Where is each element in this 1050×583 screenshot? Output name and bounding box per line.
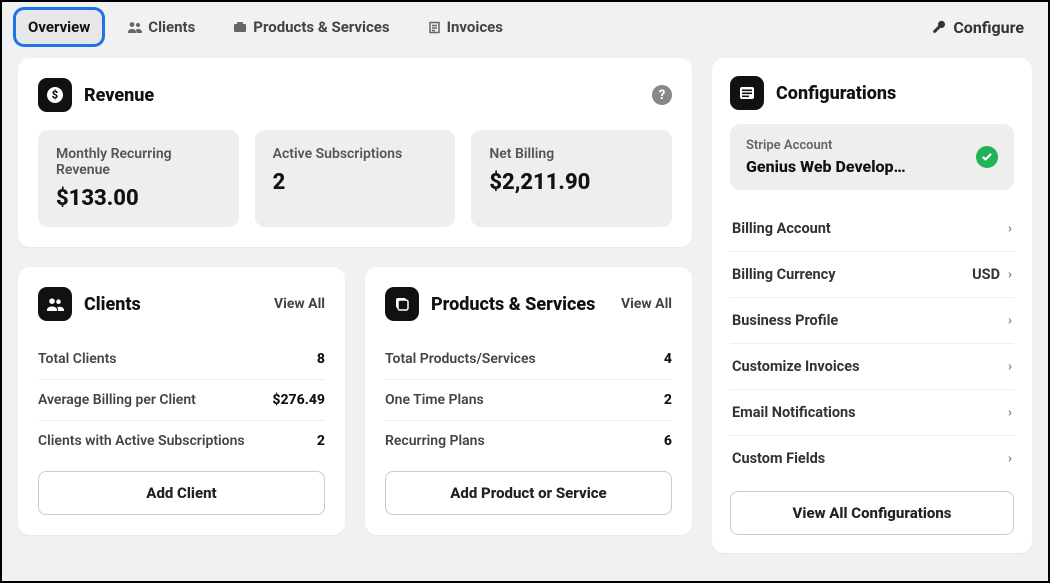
chevron-right-icon: › (1008, 267, 1012, 282)
card-title: Products & Services (431, 294, 595, 315)
people-icon (128, 21, 142, 33)
view-all-clients[interactable]: View All (274, 296, 325, 312)
tab-label: Products & Services (253, 18, 389, 36)
row-value: 2 (317, 433, 325, 449)
stat-value: $2,211.90 (489, 170, 654, 195)
briefcase-icon (233, 21, 247, 33)
cfg-custom-fields[interactable]: Custom Fields › (730, 436, 1014, 481)
invoice-icon (428, 21, 441, 34)
products-row: One Time Plans 2 (385, 380, 672, 421)
tab-clients[interactable]: Clients (116, 10, 207, 44)
stat-label: Active Subscriptions (273, 146, 438, 162)
chevron-right-icon: › (1008, 451, 1012, 466)
configurations-card: Configurations Stripe Account Genius Web… (712, 58, 1032, 553)
stat-label: Monthly Recurring Revenue (56, 146, 221, 178)
cfg-label: Custom Fields (732, 450, 825, 467)
products-row: Recurring Plans 6 (385, 421, 672, 461)
list-icon (730, 76, 764, 110)
cfg-label: Email Notifications (732, 404, 856, 421)
row-label: Clients with Active Subscriptions (38, 433, 245, 449)
products-card: Products & Services View All Total Produ… (365, 267, 692, 535)
row-label: Average Billing per Client (38, 392, 196, 408)
tab-overview[interactable]: Overview (16, 10, 102, 44)
clients-row: Clients with Active Subscriptions 2 (38, 421, 325, 461)
view-all-products[interactable]: View All (621, 296, 672, 312)
tab-label: Invoices (447, 18, 503, 36)
chevron-right-icon: › (1008, 313, 1012, 328)
tab-bar: Overview Clients Products & Services Inv… (2, 2, 1048, 58)
tab-label: Overview (28, 18, 90, 36)
row-value: 4 (664, 351, 672, 367)
chevron-right-icon: › (1008, 359, 1012, 374)
configure-button[interactable]: Configure (922, 12, 1034, 43)
stat-mrr: Monthly Recurring Revenue $133.00 (38, 130, 239, 227)
stat-label: Net Billing (489, 146, 654, 162)
row-value: 2 (664, 392, 672, 408)
tab-label: Clients (148, 18, 195, 36)
clients-row: Total Clients 8 (38, 339, 325, 380)
stripe-value: Genius Web Develop… (746, 157, 966, 176)
stripe-label: Stripe Account (746, 138, 966, 153)
stat-active-subs: Active Subscriptions 2 (255, 130, 456, 227)
row-value: 8 (317, 351, 325, 367)
chevron-right-icon: › (1008, 405, 1012, 420)
row-value: $276.49 (272, 392, 325, 408)
row-label: One Time Plans (385, 392, 484, 408)
row-value: 6 (664, 433, 672, 449)
row-label: Total Clients (38, 351, 116, 367)
cfg-billing-account[interactable]: Billing Account › (730, 206, 1014, 252)
stripe-account-box[interactable]: Stripe Account Genius Web Develop… (730, 124, 1014, 190)
tab-invoices[interactable]: Invoices (416, 10, 515, 44)
cfg-label: Customize Invoices (732, 358, 860, 375)
card-title: Clients (84, 294, 141, 315)
stack-icon (385, 287, 419, 321)
cfg-value: USD (972, 266, 1000, 283)
chevron-right-icon: › (1008, 221, 1012, 236)
card-title: Revenue (84, 85, 154, 106)
cfg-customize-invoices[interactable]: Customize Invoices › (730, 344, 1014, 390)
card-title: Configurations (776, 83, 896, 104)
stat-value: $133.00 (56, 186, 221, 211)
stat-value: 2 (273, 170, 438, 195)
clients-row: Average Billing per Client $276.49 (38, 380, 325, 421)
svg-text:$: $ (52, 89, 58, 102)
cfg-label: Business Profile (732, 312, 838, 329)
products-row: Total Products/Services 4 (385, 339, 672, 380)
view-all-configurations-button[interactable]: View All Configurations (730, 491, 1014, 535)
add-client-button[interactable]: Add Client (38, 471, 325, 515)
row-label: Recurring Plans (385, 433, 485, 449)
stat-net-billing: Net Billing $2,211.90 (471, 130, 672, 227)
tab-products[interactable]: Products & Services (221, 10, 401, 44)
cfg-business-profile[interactable]: Business Profile › (730, 298, 1014, 344)
wrench-icon (932, 20, 947, 35)
cfg-label: Billing Account (732, 220, 831, 237)
row-label: Total Products/Services (385, 351, 536, 367)
help-icon[interactable]: ? (652, 85, 672, 105)
cfg-label: Billing Currency (732, 266, 836, 283)
clients-card: Clients View All Total Clients 8 Average… (18, 267, 345, 535)
check-icon (976, 146, 998, 168)
cfg-billing-currency[interactable]: Billing Currency USD › (730, 252, 1014, 298)
people-icon (38, 287, 72, 321)
cfg-email-notifications[interactable]: Email Notifications › (730, 390, 1014, 436)
add-product-button[interactable]: Add Product or Service (385, 471, 672, 515)
revenue-card: $ Revenue ? Monthly Recurring Revenue $1… (18, 58, 692, 247)
configure-label: Configure (953, 18, 1024, 37)
dollar-icon: $ (38, 78, 72, 112)
